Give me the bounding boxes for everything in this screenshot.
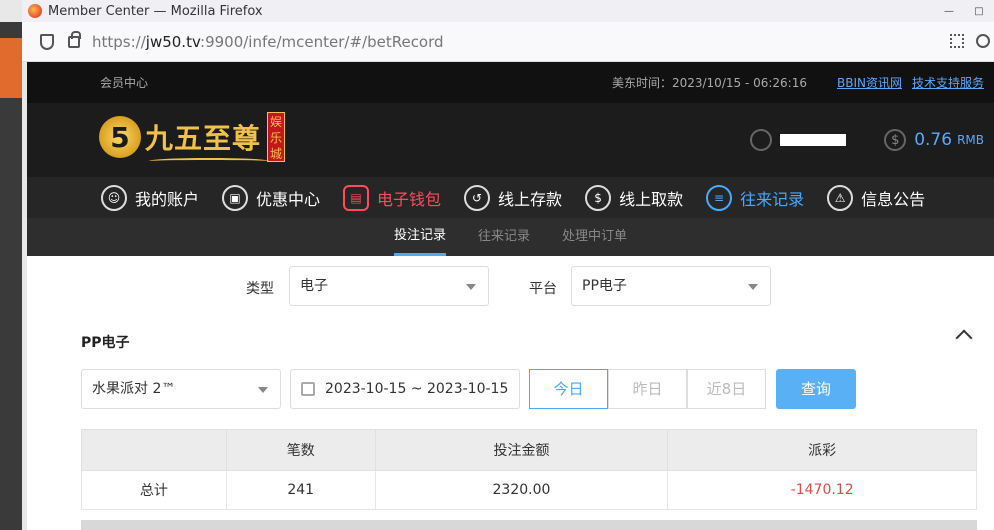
- table-header: 笔数: [225, 429, 376, 471]
- chevron-down-icon: [748, 284, 758, 290]
- member-center-page: 会员中心 美东时间：2023/10/15 - 06:26:16 BBIN资讯网 …: [27, 62, 994, 530]
- chevron-down-icon: [466, 284, 476, 290]
- deposit-icon: ↺: [464, 184, 491, 211]
- username-redacted: [780, 134, 846, 146]
- lock-icon[interactable]: [68, 30, 81, 48]
- table-header-row: 笔数 投注金额 派彩: [81, 429, 977, 471]
- member-center-label: 会员中心: [100, 76, 149, 90]
- tab-transaction-records[interactable]: 往来记录: [478, 218, 530, 256]
- table-row: 总计 241 2320.00 -1470.12: [81, 470, 977, 510]
- balance-unit: RMB: [957, 133, 984, 147]
- chevron-down-icon: [258, 387, 268, 393]
- firefox-icon: [28, 4, 42, 18]
- logo-emblem: 5: [99, 116, 141, 158]
- qr-code-icon[interactable]: [950, 34, 964, 48]
- bbin-news-link[interactable]: BBIN资讯网: [837, 74, 902, 91]
- table-header: 投注金额: [374, 429, 669, 471]
- logo-badge: 娱乐城: [267, 112, 286, 162]
- table-cell: 241: [225, 470, 376, 510]
- filter-row: 类型 电子 平台 PP电子: [27, 266, 994, 306]
- table-cell: -1470.12: [667, 470, 977, 510]
- background-app-strip: [0, 22, 22, 530]
- last-8-days-button[interactable]: 近8日: [687, 369, 766, 409]
- type-label: 类型: [246, 281, 274, 297]
- user-info[interactable]: [750, 129, 846, 151]
- bell-icon: ⚠: [827, 184, 854, 211]
- nav-online-withdraw[interactable]: $ 线上取款: [585, 184, 683, 211]
- user-icon: ☺: [101, 184, 127, 211]
- main-nav: ☺ 我的账户 ▣ 优惠中心 ▤ 电子钱包 ↺ 线上存款 $ 线上取款 ≡ 往来记录 ⚠ 信息公…: [27, 177, 994, 218]
- user-avatar-icon: [750, 129, 772, 151]
- nav-online-deposit[interactable]: ↺ 线上存款: [464, 184, 562, 211]
- shield-icon[interactable]: [40, 33, 54, 50]
- dollar-icon: $: [884, 129, 907, 151]
- nav-e-wallet[interactable]: ▤ 电子钱包: [343, 184, 441, 211]
- url-text[interactable]: https://jw50.tv:9900/infe/mcenter/#/betR…: [92, 33, 444, 51]
- eastern-time: 美东时间：2023/10/15 - 06:26:16: [611, 76, 807, 90]
- record-icon: ≡: [706, 184, 733, 211]
- nav-transaction-records[interactable]: ≡ 往来记录: [706, 184, 804, 211]
- tab-bet-records[interactable]: 投注记录: [393, 218, 446, 256]
- table-cell: 2320.00: [374, 470, 669, 510]
- calendar-icon: [301, 382, 315, 396]
- nav-my-account[interactable]: ☺ 我的账户: [101, 184, 199, 211]
- address-bar[interactable]: https://jw50.tv:9900/infe/mcenter/#/betR…: [22, 22, 994, 62]
- site-logo[interactable]: 5 九五至尊 娱乐城: [99, 112, 286, 164]
- table-header: 派彩: [667, 429, 977, 471]
- sub-nav: 投注记录 往来记录 处理中订单: [27, 218, 994, 256]
- logo-flourish: [149, 158, 269, 164]
- window-title: Member Center — Mozilla Firefox: [48, 3, 263, 19]
- extension-icon[interactable]: [976, 34, 990, 48]
- minimize-icon[interactable]: —: [934, 0, 964, 22]
- table-cell: 总计: [81, 470, 227, 510]
- gift-icon: ▣: [222, 184, 249, 211]
- query-button[interactable]: 查询: [776, 369, 856, 409]
- game-select[interactable]: 水果派对 2™: [81, 369, 281, 409]
- yesterday-button[interactable]: 昨日: [608, 369, 687, 409]
- top-info-bar: 会员中心 美东时间：2023/10/15 - 06:26:16 BBIN资讯网 …: [27, 62, 994, 103]
- tech-support-link[interactable]: 技术支持服务: [912, 74, 984, 91]
- query-row: 水果派对 2™ 2023-10-15 ~ 2023-10-15 今日 昨日 近8…: [27, 369, 994, 409]
- nav-announcements[interactable]: ⚠ 信息公告: [827, 184, 925, 211]
- logo-text: 九五至尊: [145, 122, 262, 155]
- platform-label: 平台: [529, 281, 557, 297]
- balance-display: $ 0.76 RMB: [884, 129, 984, 151]
- tab-pending-orders[interactable]: 处理中订单: [562, 218, 627, 256]
- maximize-icon[interactable]: □: [964, 0, 994, 22]
- date-range-picker[interactable]: 2023-10-15 ~ 2023-10-15: [290, 369, 520, 409]
- window-titlebar: Member Center — Mozilla Firefox — □: [22, 0, 994, 22]
- site-header: 5 九五至尊 娱乐城 $ 0.76 RMB: [27, 103, 994, 177]
- type-select[interactable]: 电子: [289, 266, 489, 306]
- table-header: [81, 429, 227, 471]
- withdraw-icon: $: [585, 184, 612, 211]
- detail-table-header: [81, 520, 977, 530]
- nav-promotions[interactable]: ▣ 优惠中心: [222, 184, 320, 211]
- summary-table: 笔数 投注金额 派彩 总计 241 2320.00 -1470.12: [81, 429, 977, 510]
- section-title: PP电子: [81, 335, 130, 351]
- wallet-icon: ▤: [343, 184, 370, 211]
- platform-select[interactable]: PP电子: [571, 266, 771, 306]
- today-button[interactable]: 今日: [529, 369, 608, 409]
- background-app-tab: [0, 38, 22, 98]
- chevron-up-icon[interactable]: [955, 329, 973, 347]
- balance-amount: 0.76: [914, 130, 953, 150]
